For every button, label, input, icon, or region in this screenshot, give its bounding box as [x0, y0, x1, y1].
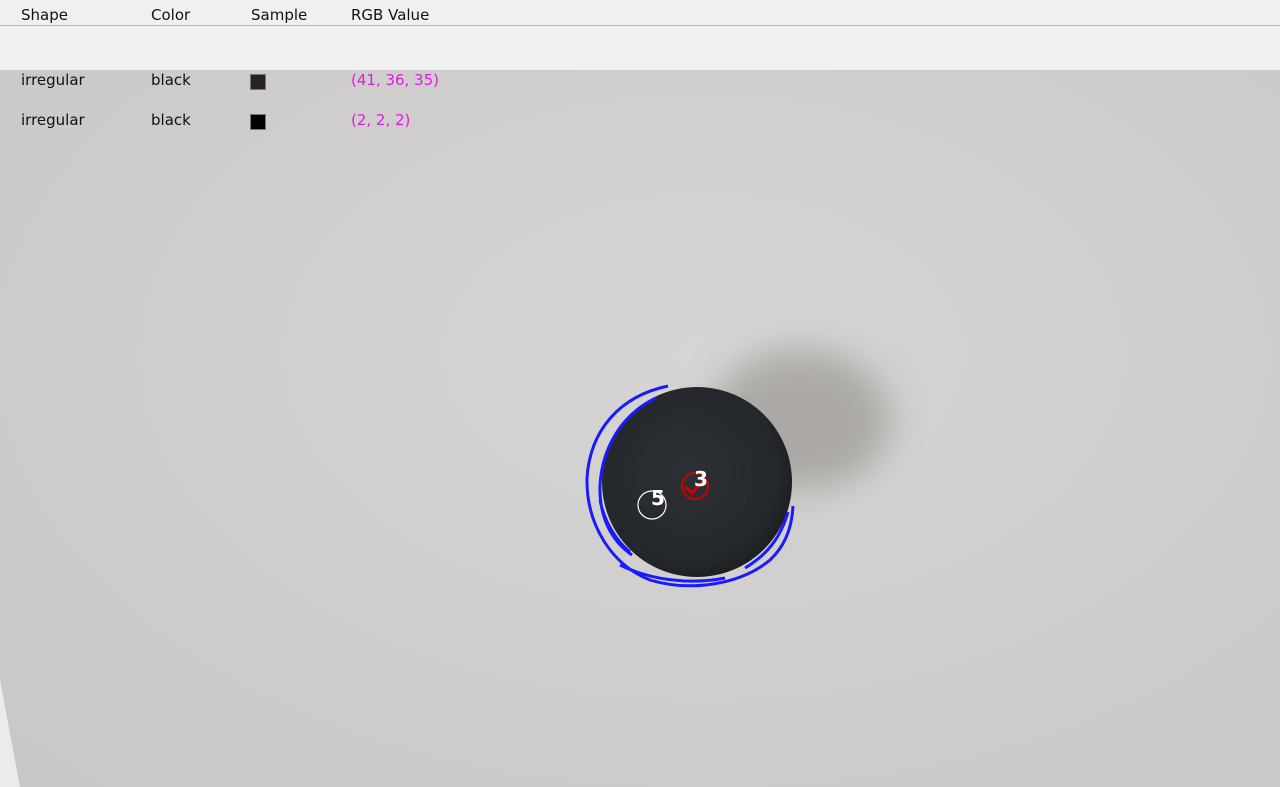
header-sample: Sample — [251, 6, 308, 24]
results-table-header: Shape Color Sample RGB Value — [0, 0, 1280, 70]
color-swatch — [250, 114, 266, 130]
header-rgb-value: RGB Value — [351, 6, 430, 24]
row-color: black — [151, 111, 191, 129]
marker-3-label: 3 — [694, 467, 708, 491]
row-rgb-value: (41, 36, 35) — [351, 71, 440, 89]
header-divider — [0, 25, 1280, 26]
header-shape: Shape — [21, 6, 68, 24]
row-rgb-value: (2, 2, 2) — [351, 111, 411, 129]
color-swatch — [250, 74, 266, 90]
marker-5-label: 5 — [651, 486, 665, 510]
row-color: black — [151, 71, 191, 89]
table-row: irregular black (2, 2, 2) — [0, 111, 1280, 131]
row-shape: irregular — [21, 71, 85, 89]
row-shape: irregular — [21, 111, 85, 129]
table-row: irregular black (41, 36, 35) — [0, 71, 1280, 91]
header-color: Color — [151, 6, 191, 24]
